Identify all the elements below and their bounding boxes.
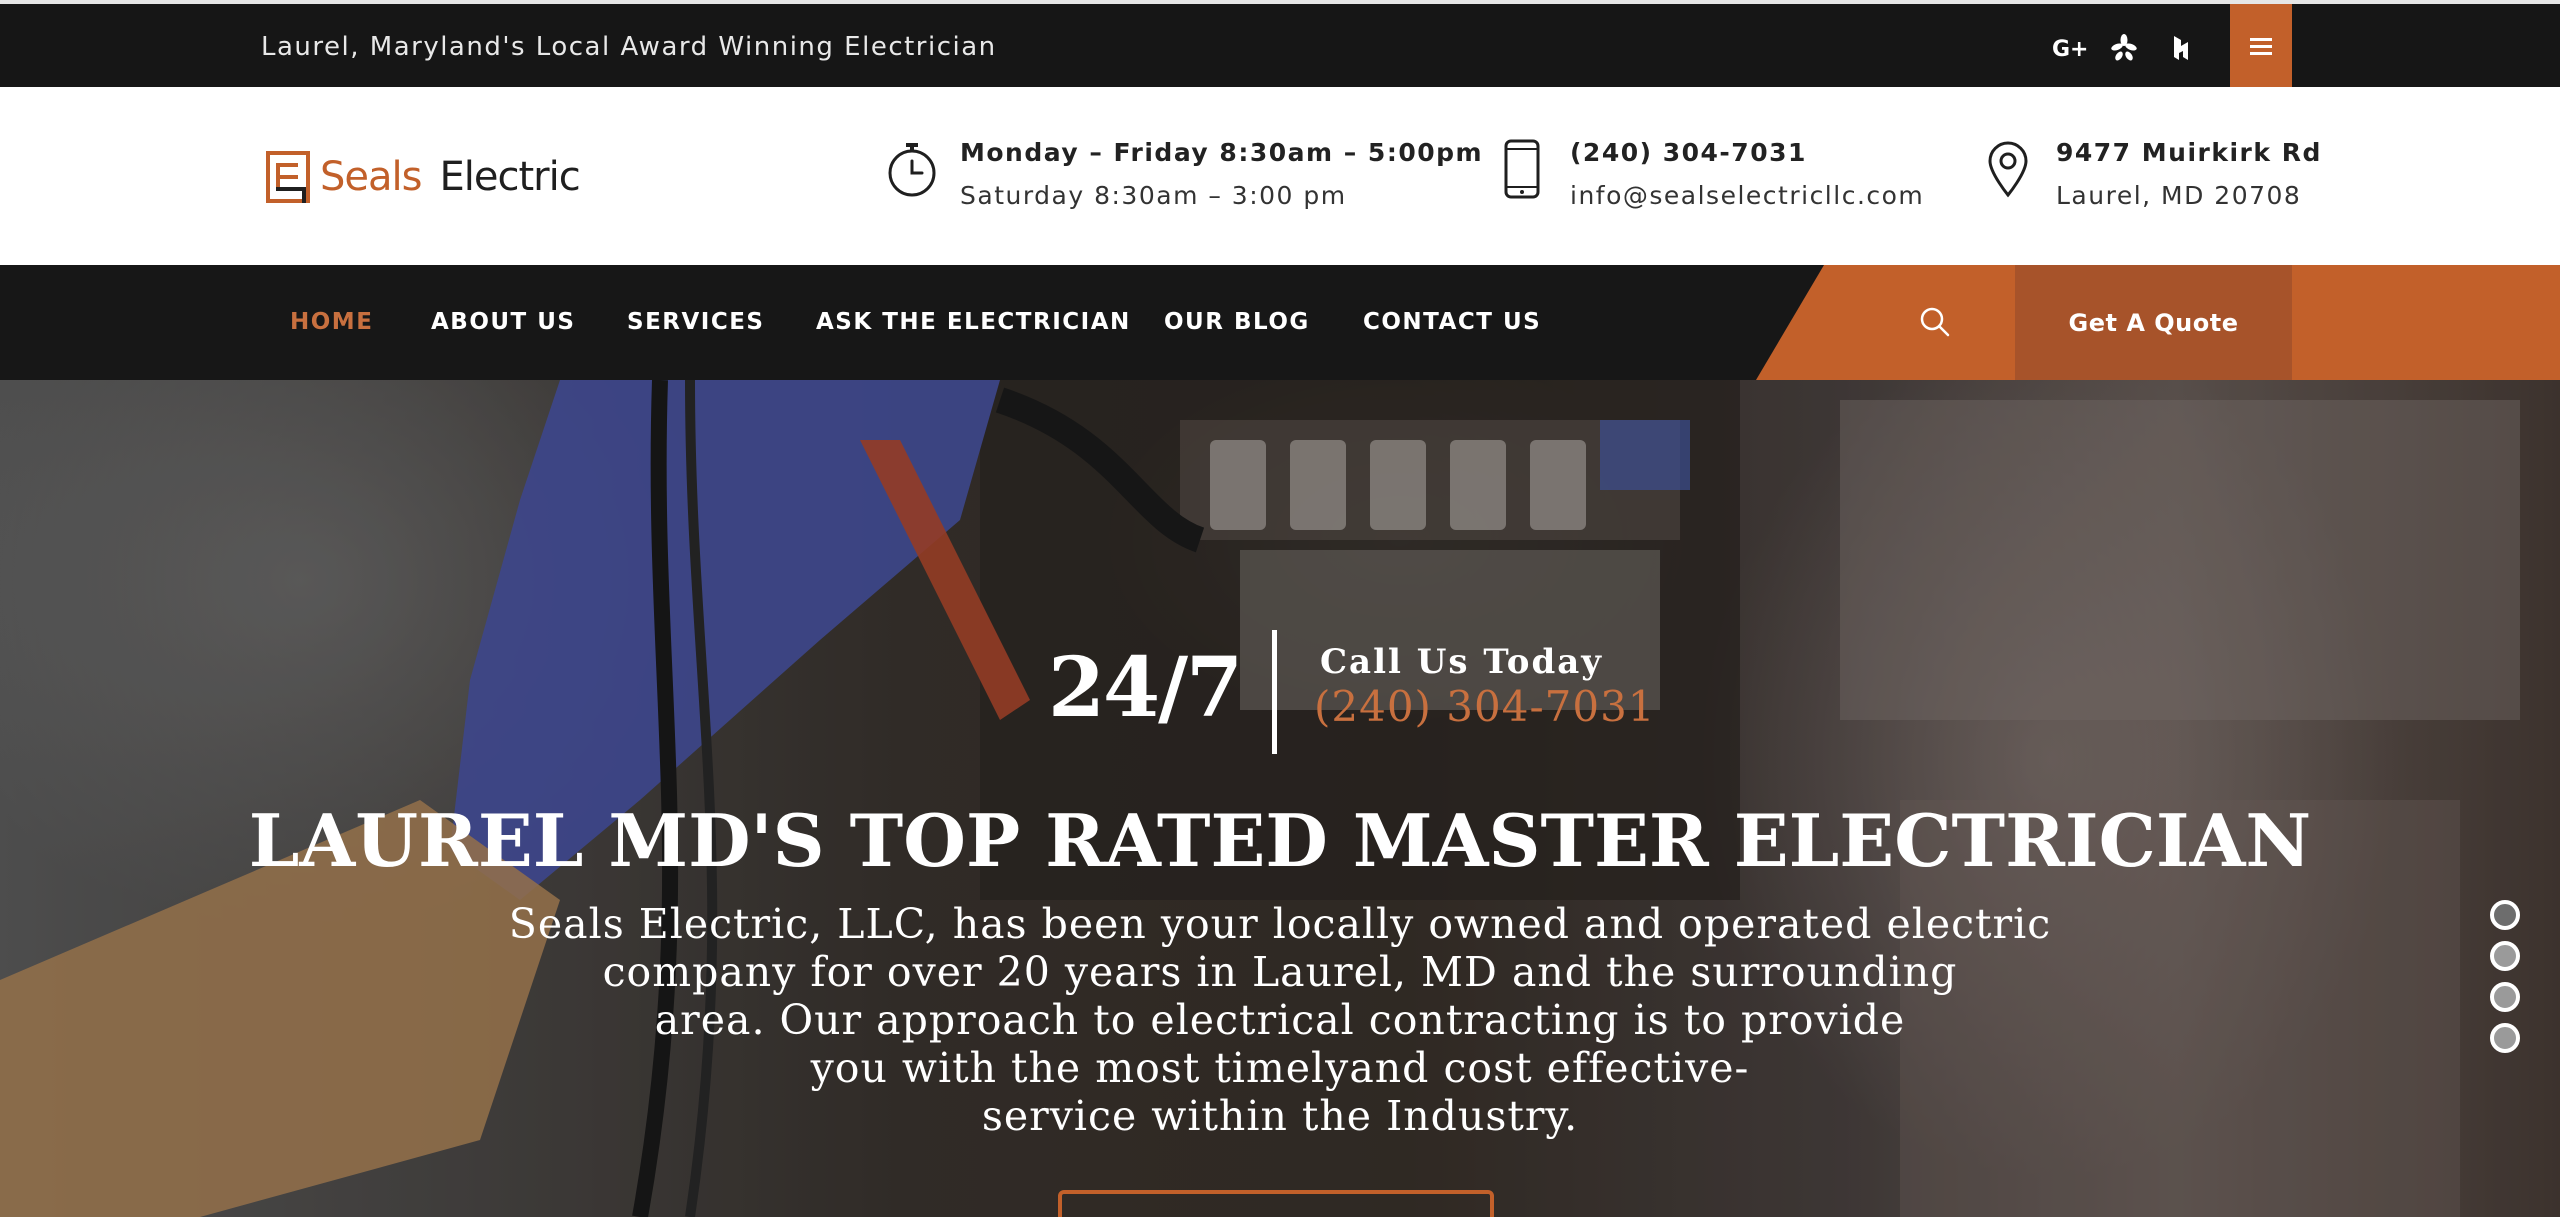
hero-slider: 24/7 Call Us Today (240) 304-7031 LAUREL…: [0, 380, 2560, 1217]
hero-title: LAUREL MD'S TOP RATED MASTER ELECTRICIAN: [248, 798, 2312, 883]
hero-24-7-badge: 24/7: [1048, 640, 1243, 736]
address-block: 9477 Muirkirk Rd Laurel, MD 20708: [1980, 135, 2322, 221]
logo-word-seals: Seals: [320, 154, 422, 200]
nav-our-blog[interactable]: OUR BLOG: [1164, 309, 1310, 335]
hamburger-menu-icon: [2250, 37, 2272, 55]
logo-word-electric: Electric: [439, 154, 580, 200]
svg-text:G+: G+: [2052, 37, 2088, 61]
hero-call-label: Call Us Today: [1320, 642, 1604, 682]
yelp-icon[interactable]: [2106, 30, 2142, 66]
nav-home[interactable]: HOME: [290, 309, 373, 335]
hero-description-line: you with the most timelyand cost effecti…: [810, 1044, 1750, 1092]
hours-saturday: Saturday 8:30am – 3:00 pm: [960, 181, 1347, 210]
hero-description-line: company for over 20 years in Laurel, MD …: [602, 948, 1958, 996]
hero-cta-divider: [1272, 630, 1277, 754]
hero-description: Seals Electric, LLC, has been your local…: [500, 900, 2060, 1140]
hero-description-line: Seals Electric, LLC, has been your local…: [508, 900, 2052, 948]
hero-phone-link[interactable]: (240) 304-7031: [1314, 682, 1656, 731]
address-city: Laurel, MD 20708: [2056, 181, 2302, 210]
get-a-quote-button[interactable]: Get A Quote: [2015, 265, 2292, 380]
site-header: Seals Electric Monday – Friday 8:30am – …: [0, 87, 2560, 265]
search-button[interactable]: [1918, 305, 1952, 339]
hero-description-line: service within the Industry.: [981, 1092, 1579, 1140]
header-email-link[interactable]: info@sealselectricllc.com: [1570, 171, 1924, 221]
slider-dot-2[interactable]: [2490, 941, 2520, 971]
contact-block: (240) 304-7031 info@sealselectricllc.com: [1494, 135, 1924, 221]
site-logo[interactable]: Seals Electric: [266, 149, 581, 205]
tagline: Laurel, Maryland's Local Award Winning E…: [261, 32, 997, 62]
nav-services[interactable]: SERVICES: [627, 309, 765, 335]
slider-pagination: [2490, 900, 2524, 1064]
hero-cta-button[interactable]: [1058, 1190, 1494, 1217]
slider-dot-3[interactable]: [2490, 982, 2520, 1012]
google-plus-icon[interactable]: G+: [2052, 30, 2088, 66]
address-street: 9477 Muirkirk Rd: [2056, 138, 2322, 167]
slider-dot-1[interactable]: [2490, 900, 2520, 930]
menu-toggle-button[interactable]: [2230, 4, 2292, 87]
top-bar: Laurel, Maryland's Local Award Winning E…: [0, 0, 2560, 87]
header-phone-link[interactable]: (240) 304-7031: [1570, 135, 1924, 171]
hours-weekday: Monday – Friday 8:30am – 5:00pm: [960, 138, 1484, 167]
houzz-icon[interactable]: [2164, 30, 2200, 66]
hours-block: Monday – Friday 8:30am – 5:00pm Saturday…: [884, 135, 1483, 221]
map-pin-icon: [1980, 135, 2036, 203]
nav-ask-the-electrician[interactable]: ASK THE ELECTRICIAN: [816, 309, 1131, 335]
search-icon: [1920, 307, 1950, 337]
stopwatch-icon: [884, 135, 940, 203]
nav-contact-us[interactable]: CONTACT US: [1363, 309, 1541, 335]
nav-about-us[interactable]: ABOUT US: [431, 309, 576, 335]
main-navigation: HOME ABOUT US SERVICES ASK THE ELECTRICI…: [0, 265, 2560, 380]
mobile-phone-icon: [1494, 135, 1550, 203]
slider-dot-4[interactable]: [2490, 1023, 2520, 1053]
logo-mark-icon: [266, 151, 310, 203]
hero-description-line: area. Our approach to electrical contrac…: [654, 996, 1906, 1044]
